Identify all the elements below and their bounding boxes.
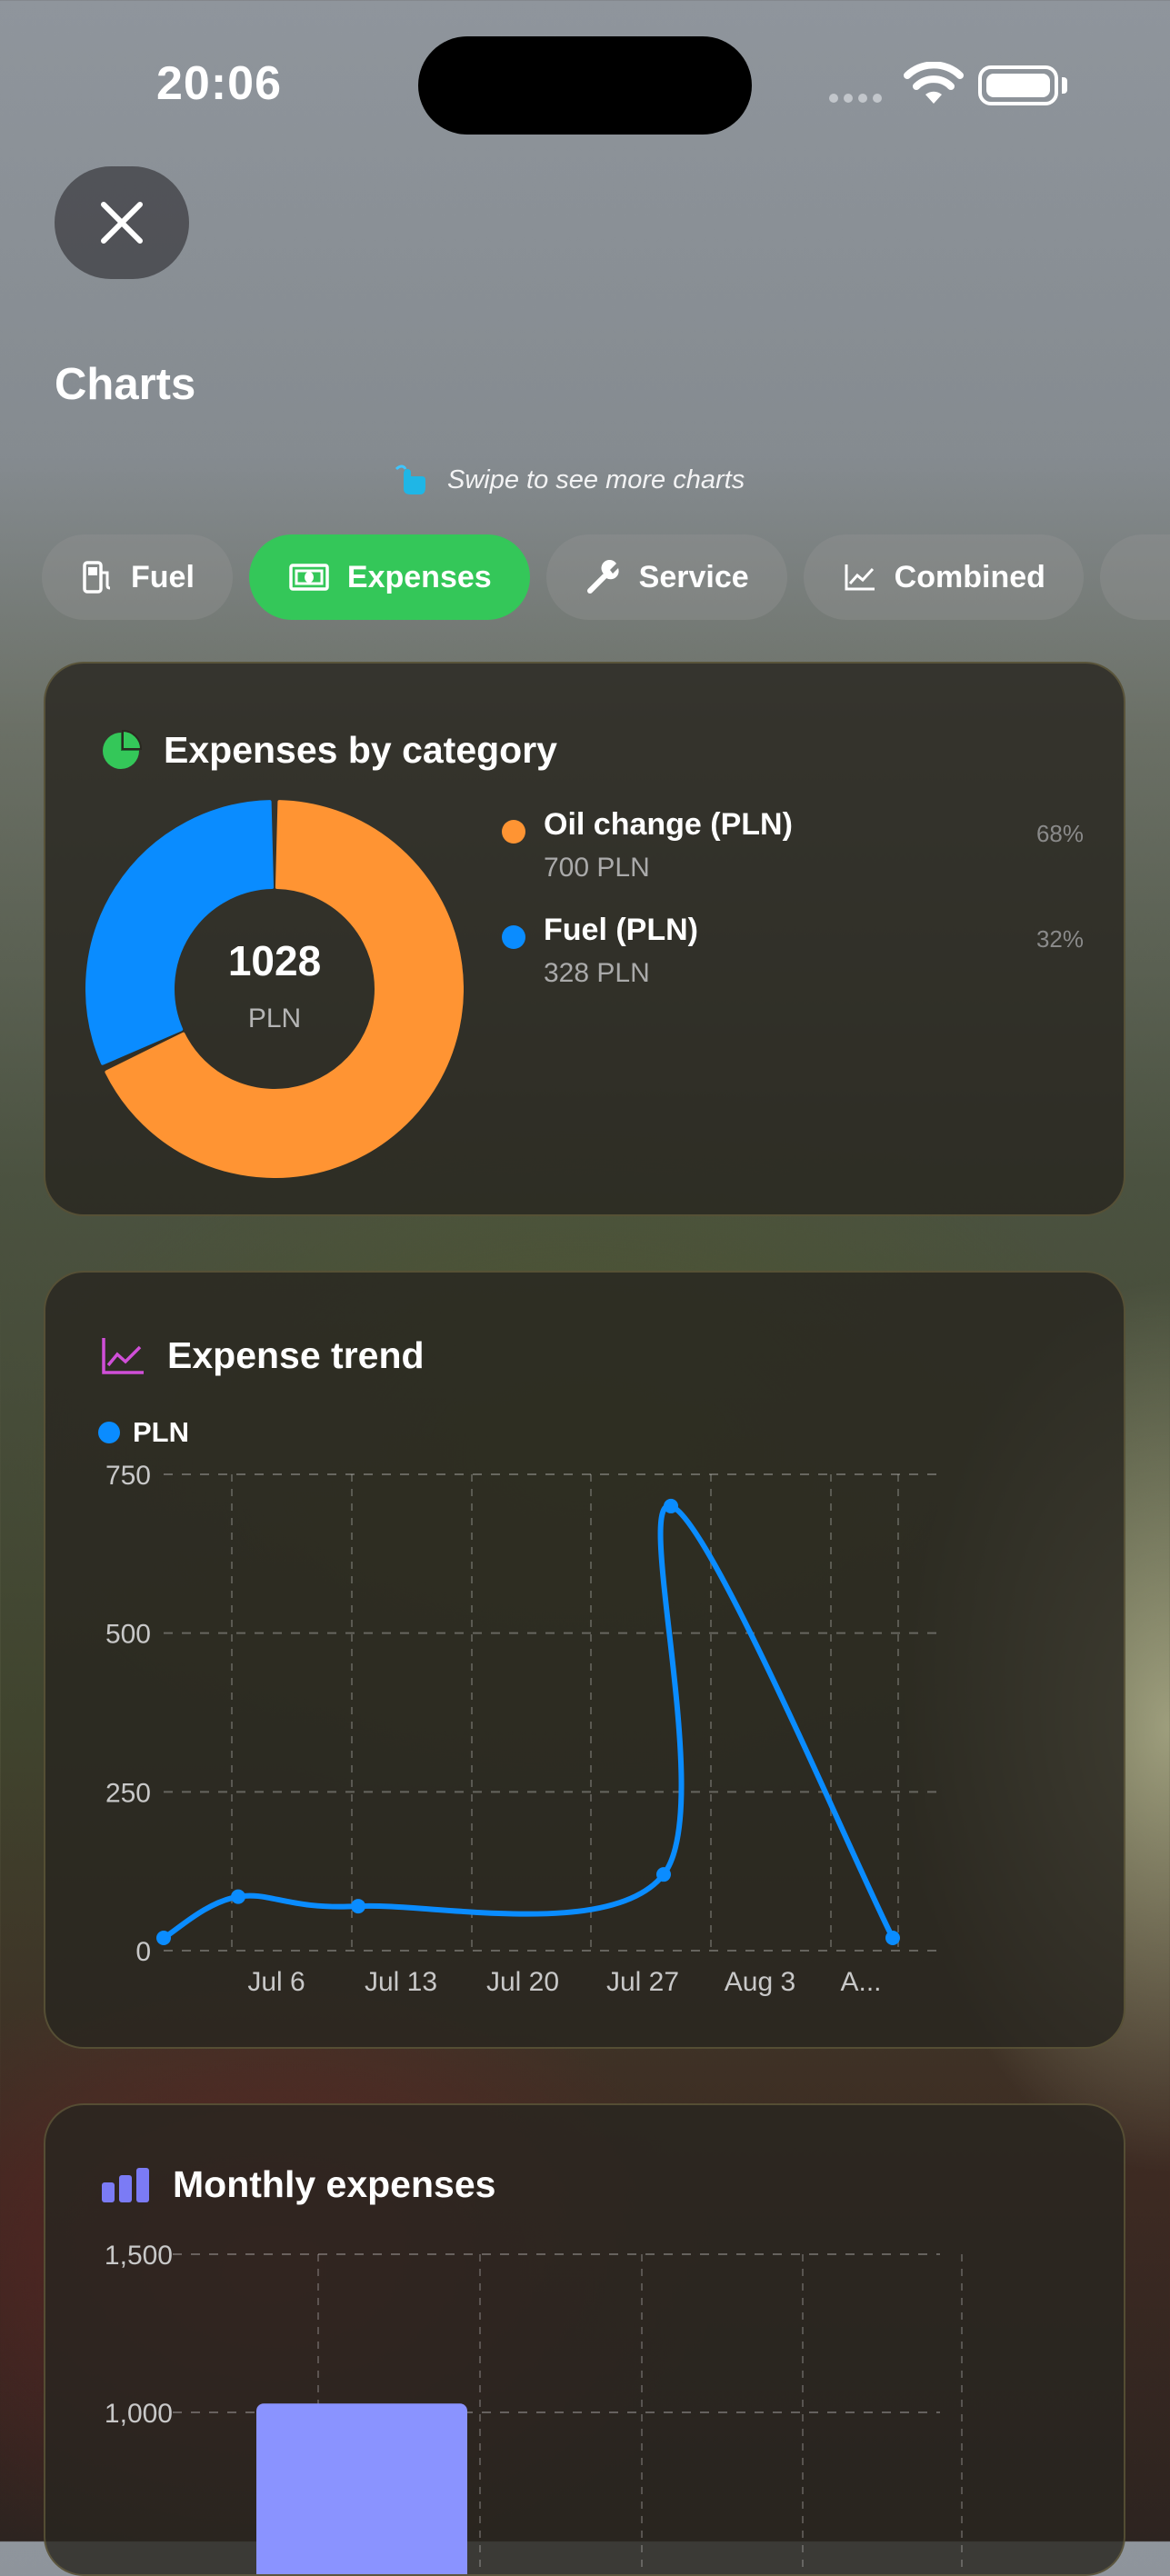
hand-swipe-icon — [395, 464, 425, 494]
card-title: Expense trend — [167, 1334, 425, 1376]
donut-svg — [85, 800, 464, 1178]
y-tick-label: 500 — [105, 1620, 151, 1650]
x-tick-label: Aug 3 — [725, 1967, 795, 1997]
tab-more[interactable] — [1099, 534, 1170, 620]
status-bar: 20:06 — [0, 0, 1170, 173]
y-tick-label: 1,000 — [105, 2399, 173, 2429]
bar-chart-icon — [102, 2167, 149, 2202]
legend-dot-orange — [502, 820, 525, 844]
legend-name: Fuel (PLN) — [544, 913, 698, 947]
legend-item-oil-change: Oil change (PLN) 700 PLN 68% — [502, 807, 1084, 889]
swipe-hint-text: Swipe to see more charts — [447, 464, 745, 494]
tab-label: Combined — [894, 559, 1045, 594]
bar-chart: 1,000 1,500 — [105, 2241, 963, 2574]
legend-percent: 32% — [1035, 925, 1084, 953]
tab-fuel[interactable]: Fuel — [42, 534, 233, 620]
card-header: Expense trend — [100, 1334, 425, 1377]
tab-label: Expenses — [346, 559, 492, 594]
data-point — [351, 1899, 365, 1914]
data-point — [156, 1931, 171, 1946]
line-chart-icon — [845, 564, 875, 591]
data-point — [231, 1889, 245, 1904]
wifi-icon — [904, 62, 964, 104]
monthly-expenses-card: Monthly expenses 1,000 1,500 — [44, 2103, 1125, 2576]
card-header: Expenses by category — [100, 729, 557, 772]
data-point — [885, 1931, 900, 1946]
tab-service[interactable]: Service — [545, 534, 787, 620]
fuel-pump-icon — [83, 561, 111, 594]
legend-value: 700 PLN — [544, 853, 650, 883]
y-tick-label: 0 — [135, 1937, 151, 1967]
pie-chart-icon — [103, 729, 142, 769]
donut-total: 1028 — [227, 937, 322, 984]
x-tick-label: Jul 6 — [247, 1967, 305, 1997]
line-chart: 0 250 500 750 Jul 6 Jul 13 Jul 20 Jul 27 Aug 3 A.… — [105, 1461, 938, 1997]
card-header: Monthly expenses — [100, 2163, 495, 2206]
legend-item-fuel: Fuel (PLN) 328 PLN 32% — [502, 913, 1084, 994]
data-point — [664, 1498, 678, 1513]
card-title: Expenses by category — [164, 729, 557, 771]
legend-dot-blue — [502, 925, 525, 949]
expense-trend-card: Expense trend PLN 0 250 500 750 Jul 6 Jul 13 J… — [44, 1271, 1125, 2049]
donut-unit: PLN — [247, 1003, 302, 1033]
battery-tip — [1062, 77, 1067, 94]
close-button[interactable] — [55, 166, 189, 279]
chart-tabs: Fuel Expenses Service Combined — [42, 534, 1170, 620]
trend-chart-icon — [102, 1337, 144, 1374]
banknote-icon — [289, 564, 329, 591]
series-line-pln — [161, 1503, 895, 1942]
close-icon — [101, 202, 143, 244]
legend-label: PLN — [133, 1416, 189, 1448]
wrench-icon — [586, 560, 619, 594]
status-time: 20:06 — [156, 57, 282, 110]
card-title: Monthly expenses — [173, 2163, 496, 2205]
legend-dot-blue — [98, 1422, 120, 1443]
data-point — [656, 1867, 671, 1882]
x-tick-label: Jul 27 — [606, 1967, 679, 1997]
cellular-signal-icon — [829, 91, 887, 107]
tab-combined[interactable]: Combined — [803, 534, 1084, 620]
y-tick-label: 250 — [105, 1778, 151, 1808]
bar-jul — [256, 2403, 467, 2574]
page-title: Charts — [55, 360, 196, 409]
swipe-hint: Swipe to see more charts — [391, 462, 745, 498]
legend-percent: 68% — [1035, 820, 1084, 847]
x-tick-label: A... — [840, 1967, 881, 1997]
donut-chart: 1028 PLN — [85, 800, 464, 1178]
dynamic-island — [418, 36, 752, 135]
tab-label: Fuel — [131, 559, 195, 594]
legend-name: Oil change (PLN) — [544, 807, 793, 842]
tab-expenses[interactable]: Expenses — [248, 534, 530, 620]
legend-value: 328 PLN — [544, 958, 650, 988]
y-tick-label: 750 — [105, 1461, 151, 1491]
expenses-by-category-card: Expenses by category 1028 PLN Oil change… — [44, 662, 1125, 1216]
battery-icon — [978, 65, 1058, 105]
series-legend: PLN — [98, 1416, 189, 1449]
x-tick-label: Jul 13 — [365, 1967, 437, 1997]
x-tick-label: Jul 20 — [486, 1967, 559, 1997]
tab-label: Service — [638, 559, 749, 594]
y-tick-label: 1,500 — [105, 2241, 173, 2271]
